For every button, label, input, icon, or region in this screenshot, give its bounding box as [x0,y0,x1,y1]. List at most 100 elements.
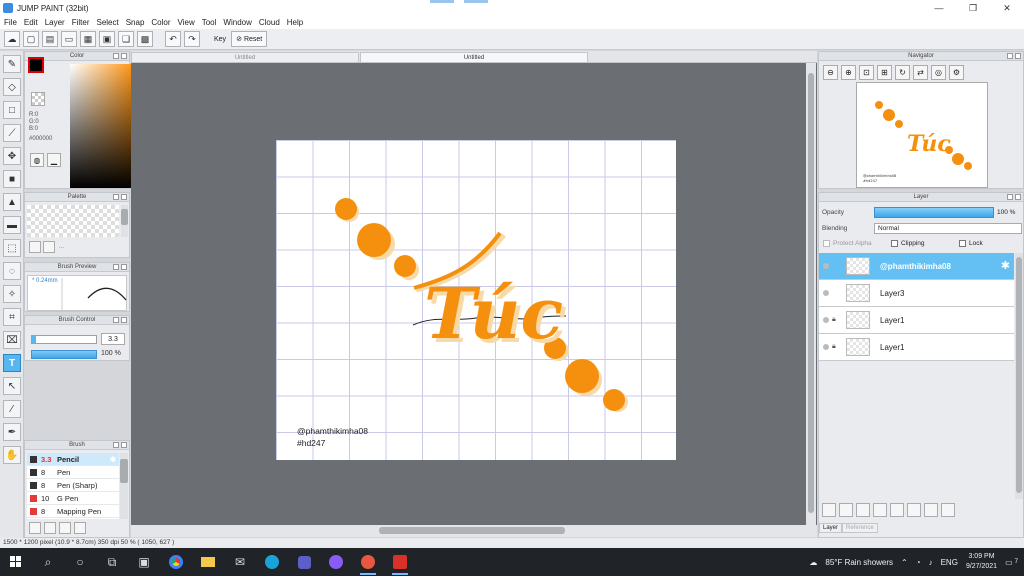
eraser-tool-icon[interactable]: ◇ [3,78,21,96]
flip-icon[interactable]: ⇄ [913,65,928,80]
panel-close-icon[interactable] [121,194,127,200]
start-button[interactable] [0,548,32,576]
lock-icon[interactable]: 🔒︎ [832,316,842,324]
folder-icon[interactable] [890,503,904,517]
panel-float-icon[interactable] [113,53,119,59]
weather-text[interactable]: 85°F Rain showers [825,558,893,567]
palette-more[interactable]: ... [59,244,64,250]
layer-opacity-slider[interactable] [874,207,994,218]
cloud-icon[interactable]: ☁ [4,31,20,47]
teams-icon[interactable] [288,548,320,576]
pen-tool-icon[interactable]: ✒ [3,423,21,441]
zoom-in-icon[interactable]: ⊕ [841,65,856,80]
gear-icon[interactable]: ✱ [110,455,116,464]
menu-file[interactable]: File [4,18,17,27]
menu-edit[interactable]: Edit [24,18,38,27]
redo-icon[interactable]: ↷ [184,31,200,47]
page-icon[interactable]: ▣ [99,31,115,47]
duplicate-layer-icon[interactable] [907,503,921,517]
new-layer-icon[interactable] [822,503,836,517]
protect-alpha-checkbox[interactable]: Protect Alpha [823,240,872,247]
brush-delete-icon[interactable] [74,522,86,534]
fill-rect-tool-icon[interactable]: ■ [3,170,21,188]
lasso-tool-icon[interactable]: ◌ [3,262,21,280]
new-layer-8bit-icon[interactable] [839,503,853,517]
brush-item-pen-sharp[interactable]: 8 Pen (Sharp) [27,479,119,492]
messenger-icon[interactable] [320,548,352,576]
actual-size-icon[interactable]: ⊞ [877,65,892,80]
menu-snap[interactable]: Snap [126,18,145,27]
zoom-out-icon[interactable]: ⊖ [823,65,838,80]
merge-layer-icon[interactable] [924,503,938,517]
store-icon[interactable]: ▣ [128,548,160,576]
select-eraser-icon[interactable]: ⌧ [3,331,21,349]
reset-button[interactable]: ⊘ Reset [231,31,268,47]
panel-float-icon[interactable] [113,317,119,323]
weather-icon[interactable]: ☁ [809,558,817,567]
panel-close-icon[interactable] [121,53,127,59]
panel-float-icon[interactable] [1007,53,1013,59]
menu-help[interactable]: Help [287,18,303,27]
new-file-icon[interactable]: ▢ [23,31,39,47]
delete-layer-icon[interactable] [941,503,955,517]
export-icon[interactable]: ▦ [80,31,96,47]
volume-icon[interactable]: ♪ [929,558,933,567]
notification-icon[interactable]: ▭ 7 [1005,558,1018,567]
menu-color[interactable]: Color [151,18,170,27]
brush-tool-icon[interactable]: ✎ [3,55,21,73]
brush-item-pen[interactable]: 8 Pen [27,466,119,479]
brush-add-icon[interactable] [44,522,56,534]
fit-icon[interactable]: ⊡ [859,65,874,80]
foreground-color-swatch[interactable] [28,57,44,73]
blending-select[interactable]: Normal [874,223,1022,234]
close-button[interactable]: ✕ [990,0,1024,16]
jump-paint-icon[interactable] [384,548,416,576]
reset-view-icon[interactable]: ◎ [931,65,946,80]
panel-close-icon[interactable] [121,264,127,270]
dropper-tool-icon[interactable]: ⁄ [3,400,21,418]
undo-icon[interactable]: ↶ [165,31,181,47]
brush-opacity-slider[interactable] [31,350,97,359]
panel-close-icon[interactable] [1015,53,1021,59]
settings-icon[interactable]: ⚙ [949,65,964,80]
tab-untitled-2[interactable]: Untitled [360,52,588,63]
navigator-thumbnail[interactable]: Túc @phamthikimha08 #hd247 [856,82,988,188]
panel-close-icon[interactable] [121,317,127,323]
menu-cloud[interactable]: Cloud [259,18,280,27]
layer-row[interactable]: @phamthikimha08 ✱ [819,253,1014,280]
menu-tool[interactable]: Tool [202,18,217,27]
gradient-tool-icon[interactable]: ▬ [3,216,21,234]
task-view-icon[interactable]: ⧉ [96,548,128,576]
gear-icon[interactable]: ✱ [1001,259,1010,272]
tab-untitled-1[interactable]: Untitled [131,52,359,63]
rotate-icon[interactable]: ↻ [895,65,910,80]
text-tool-icon[interactable]: T [3,354,21,372]
brush-item-g-pen[interactable]: 10 G Pen [27,492,119,505]
color-wheel-icon[interactable]: ◍ [30,153,44,167]
palette-add-icon[interactable] [29,241,41,253]
menu-layer[interactable]: Layer [45,18,65,27]
operation-tool-icon[interactable]: ↖ [3,377,21,395]
brush-settings-icon[interactable] [29,522,41,534]
save-icon[interactable]: ▭ [61,31,77,47]
rectangle-tool-icon[interactable]: □ [3,101,21,119]
panel-close-icon[interactable] [121,442,127,448]
brush-size-slider[interactable] [31,335,97,344]
panel-close-icon[interactable] [1015,194,1021,200]
transparent-color-swatch[interactable] [31,92,45,106]
chevron-up-icon[interactable]: ⌃ [901,558,908,567]
cortana-icon[interactable]: ○ [64,548,96,576]
menu-select[interactable]: Select [96,18,118,27]
panel-float-icon[interactable] [1007,194,1013,200]
visibility-icon[interactable] [823,290,829,296]
language-indicator[interactable]: ENG [941,558,958,567]
chrome-icon[interactable] [160,548,192,576]
grid-icon[interactable]: ▩ [137,31,153,47]
maximize-button[interactable]: ❐ [956,0,990,16]
line-tool-icon[interactable]: ⟋ [3,124,21,142]
hand-tool-icon[interactable]: ✋ [3,446,21,464]
brush-size-input[interactable]: 3.3 [101,333,125,345]
layer-row[interactable]: 🔒︎ Layer1 [819,307,1014,334]
edge-icon[interactable] [256,548,288,576]
tab-layer[interactable]: Layer [819,523,843,533]
